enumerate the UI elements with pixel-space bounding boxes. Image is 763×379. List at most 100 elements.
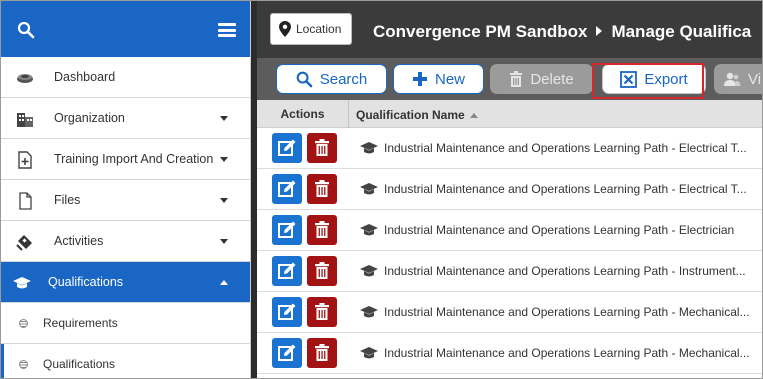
top-bar: Location Convergence PM Sandbox Manage Qu… — [251, 1, 762, 58]
edit-icon — [278, 180, 296, 197]
search-icon — [296, 71, 313, 87]
chevron-down-icon — [220, 198, 228, 203]
activities-icon — [16, 235, 32, 251]
sidebar-subitem-label: Requirements — [43, 316, 118, 330]
delete-row-button[interactable] — [307, 133, 337, 163]
column-header-label: Qualification Name — [356, 108, 465, 122]
hamburger-menu-icon[interactable] — [218, 23, 236, 37]
chevron-down-icon — [220, 116, 228, 121]
users-icon — [724, 72, 741, 86]
qualification-name: Industrial Maintenance and Operations Le… — [384, 141, 747, 155]
trash-icon — [315, 262, 329, 279]
delete-button[interactable]: Delete — [490, 64, 593, 94]
sidebar: Dashboard Organization Training Import A… — [1, 1, 251, 378]
sidebar-item-label: Organization — [54, 111, 125, 125]
sidebar-header — [1, 1, 250, 57]
edit-button[interactable] — [272, 338, 302, 368]
qualification-name: Industrial Maintenance and Operations Le… — [384, 305, 750, 319]
qualification-name: Industrial Maintenance and Operations Le… — [384, 182, 747, 196]
edit-icon — [278, 303, 296, 320]
location-label: Location — [296, 22, 342, 36]
graduation-cap-icon — [360, 142, 378, 154]
qualification-name: Industrial Maintenance and Operations Le… — [384, 264, 746, 278]
sidebar-item-training-import[interactable]: Training Import And Creation — [1, 139, 250, 180]
chevron-up-icon — [220, 280, 228, 285]
trash-icon — [315, 344, 329, 361]
table-row[interactable]: Industrial Maintenance and Operations Le… — [257, 210, 762, 251]
sidebar-item-dashboard[interactable]: Dashboard — [1, 57, 250, 98]
table-row[interactable]: Industrial Maintenance and Operations Le… — [257, 251, 762, 292]
graduation-cap-icon — [360, 224, 378, 236]
delete-button-label: Delete — [530, 70, 574, 88]
table-row[interactable]: Industrial Maintenance and Operations Le… — [257, 169, 762, 210]
edit-icon — [278, 262, 296, 279]
organization-icon — [17, 113, 33, 127]
sidebar-item-label: Files — [54, 193, 81, 207]
sidebar-item-organization[interactable]: Organization — [1, 98, 250, 139]
graduation-cap-icon — [360, 306, 378, 318]
new-button-label: New — [434, 70, 465, 88]
export-highlight-box — [592, 63, 704, 99]
sidebar-subitem-requirements[interactable]: Requirements — [1, 303, 250, 344]
location-button[interactable]: Location — [270, 13, 352, 45]
graduation-cap-icon — [13, 277, 31, 289]
sidebar-item-label: Dashboard — [54, 70, 116, 84]
delete-row-button[interactable] — [307, 174, 337, 204]
edit-button[interactable] — [272, 133, 302, 163]
qualification-name: Industrial Maintenance and Operations Le… — [384, 223, 735, 237]
edit-button[interactable] — [272, 174, 302, 204]
view-button[interactable]: Vi — [714, 64, 762, 94]
trash-icon — [510, 71, 523, 87]
sidebar-item-label: Training Import And Creation — [54, 152, 214, 166]
grid-header: Actions Qualification Name — [257, 100, 762, 128]
search-button-label: Search — [319, 70, 368, 88]
grid-body: Industrial Maintenance and Operations Le… — [257, 128, 762, 374]
edit-icon — [278, 139, 296, 156]
sort-ascending-icon — [469, 113, 478, 118]
sidebar-subitem-label: Qualifications — [43, 357, 116, 371]
trash-icon — [315, 221, 329, 238]
delete-row-button[interactable] — [307, 256, 337, 286]
breadcrumb-separator-icon — [596, 26, 603, 36]
edit-button[interactable] — [272, 256, 302, 286]
table-row[interactable]: Industrial Maintenance and Operations Le… — [257, 292, 762, 333]
app-window: Dashboard Organization Training Import A… — [0, 0, 763, 379]
table-row[interactable]: Industrial Maintenance and Operations Le… — [257, 333, 762, 374]
search-icon[interactable] — [17, 21, 35, 39]
trash-icon — [315, 139, 329, 156]
file-icon — [19, 192, 32, 210]
bullet-icon — [19, 360, 28, 369]
chevron-down-icon — [220, 239, 228, 244]
edit-icon — [278, 344, 296, 361]
search-button[interactable]: Search — [276, 64, 387, 94]
sidebar-item-qualifications[interactable]: Qualifications — [1, 262, 250, 303]
edit-button[interactable] — [272, 297, 302, 327]
column-header-qualification-name[interactable]: Qualification Name — [356, 108, 478, 122]
new-button[interactable]: New — [393, 64, 484, 94]
view-button-label: Vi — [748, 70, 762, 88]
graduation-cap-icon — [360, 183, 378, 195]
delete-row-button[interactable] — [307, 338, 337, 368]
breadcrumb: Convergence PM Sandbox Manage Qualifica — [373, 22, 751, 42]
table-row[interactable]: Industrial Maintenance and Operations Le… — [257, 128, 762, 169]
breadcrumb-org[interactable]: Convergence PM Sandbox — [373, 22, 587, 41]
delete-row-button[interactable] — [307, 297, 337, 327]
dashboard-icon — [17, 74, 33, 83]
graduation-cap-icon — [360, 347, 378, 359]
chevron-down-icon — [220, 157, 228, 162]
qualification-name: Industrial Maintenance and Operations Le… — [384, 346, 750, 360]
sidebar-subitem-qualifications[interactable]: Qualifications — [1, 344, 250, 378]
trash-icon — [315, 180, 329, 197]
sidebar-item-activities[interactable]: Activities — [1, 221, 250, 262]
main-panel: Location Convergence PM Sandbox Manage Qu… — [251, 1, 762, 378]
map-pin-icon — [279, 21, 291, 37]
edit-button[interactable] — [272, 215, 302, 245]
delete-row-button[interactable] — [307, 215, 337, 245]
trash-icon — [315, 303, 329, 320]
graduation-cap-icon — [360, 265, 378, 277]
sidebar-item-label: Qualifications — [48, 275, 124, 289]
plus-icon — [412, 72, 427, 86]
sidebar-item-label: Activities — [54, 234, 104, 248]
sidebar-item-files[interactable]: Files — [1, 180, 250, 221]
training-import-icon — [18, 151, 32, 169]
